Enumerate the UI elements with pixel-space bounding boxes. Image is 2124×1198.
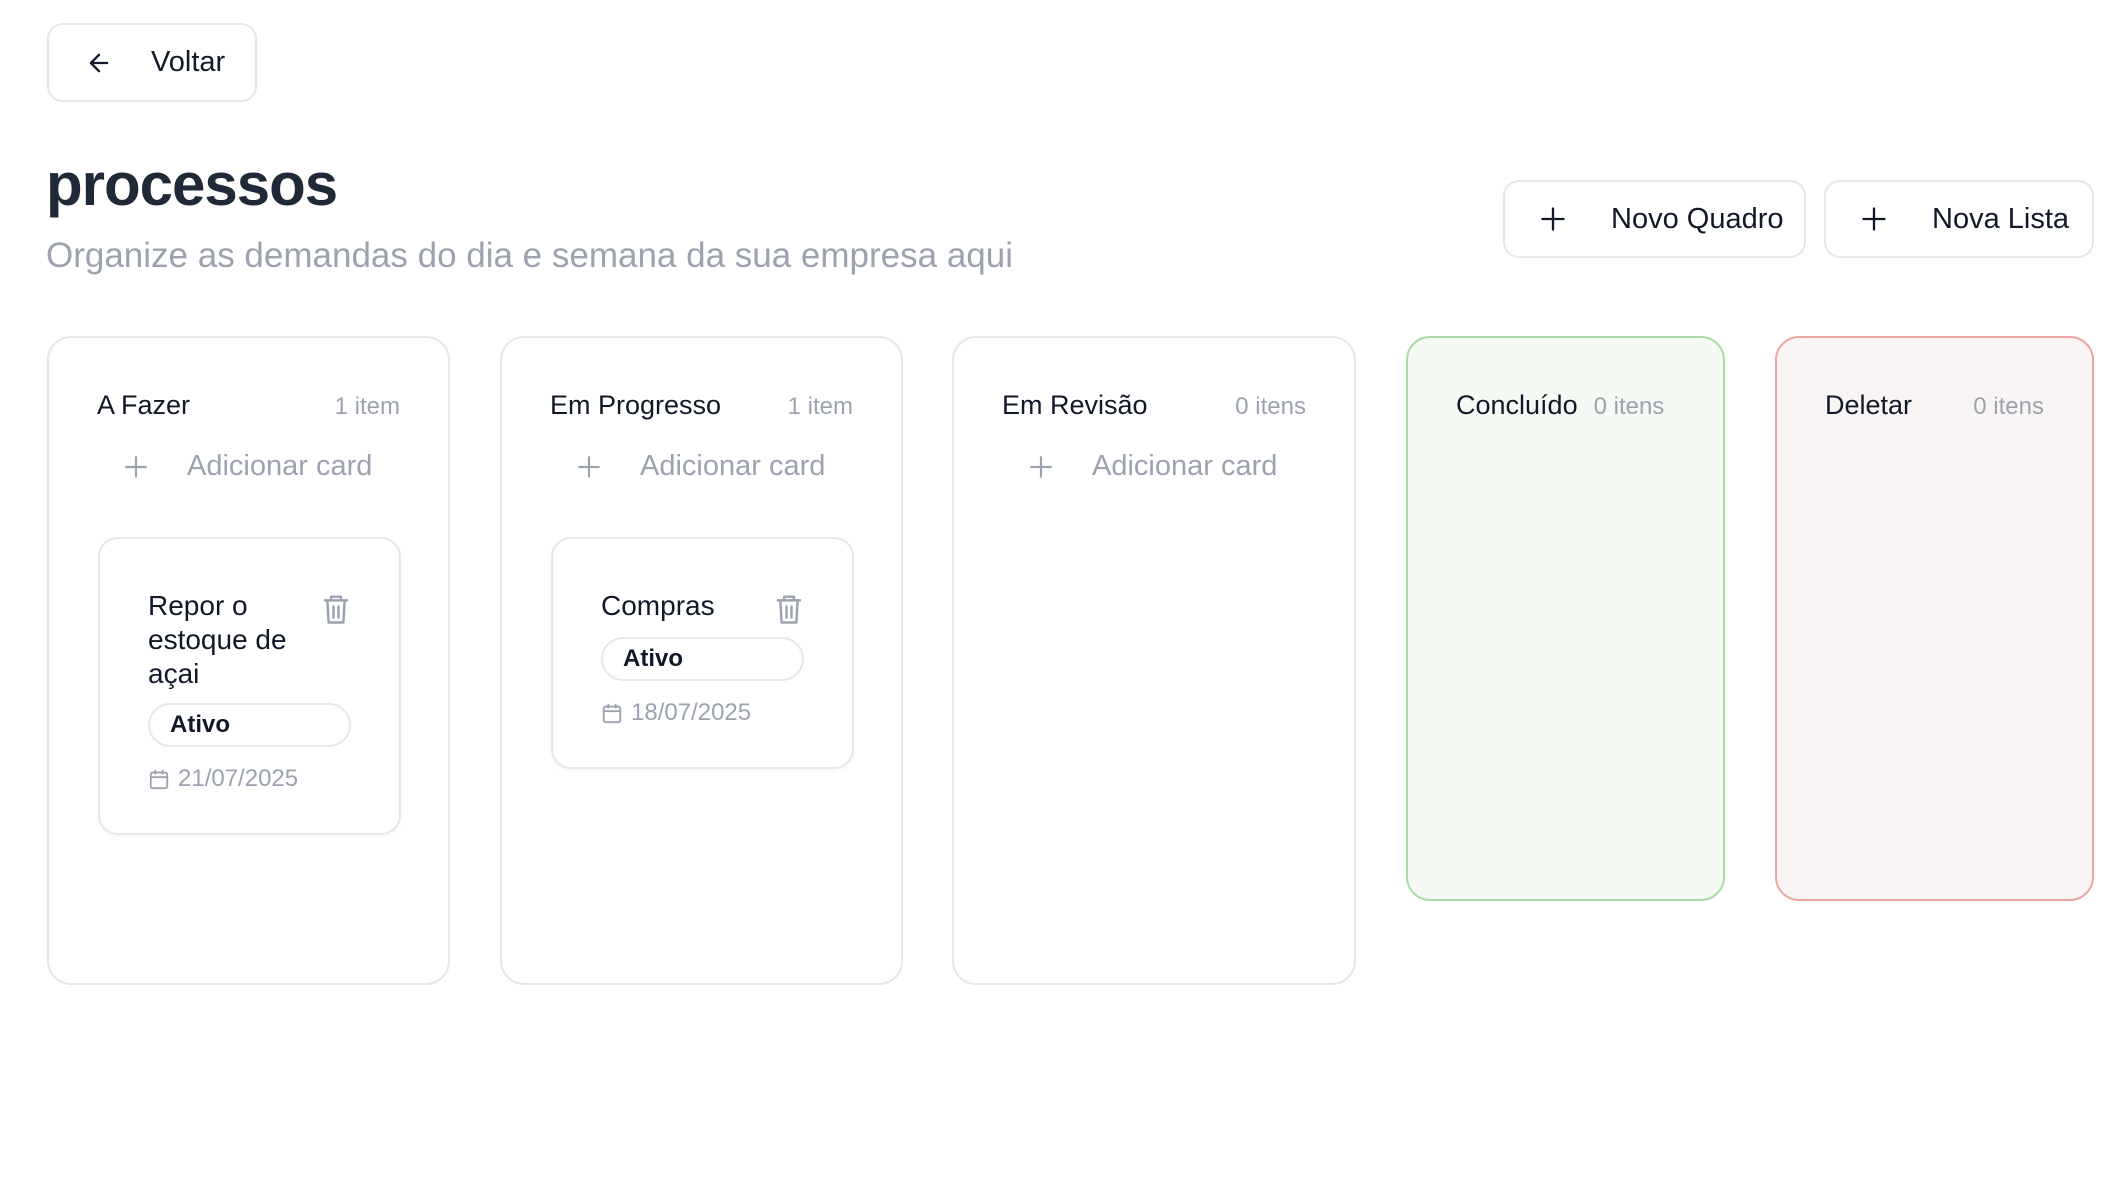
page-subtitle: Organize as demandas do dia e semana da … <box>46 236 1013 275</box>
add-card-button[interactable]: Adicionar card <box>123 450 372 483</box>
column-name: A Fazer <box>97 390 191 420</box>
column-a-fazer: A Fazer 1 item Adicionar card Repor o est… <box>47 336 450 985</box>
card-title: Compras <box>601 590 715 621</box>
task-card[interactable]: Repor o estoque de açai Ativo 21/07/2025 <box>98 537 401 835</box>
new-list-label: Nova Lista <box>1932 202 2070 235</box>
plus-icon <box>125 455 147 478</box>
trash-icon[interactable] <box>321 593 351 625</box>
column-name: Em Revisão <box>1002 390 1148 420</box>
new-list-button[interactable]: Nova Lista <box>1824 180 2094 258</box>
trash-icon[interactable] <box>774 593 804 625</box>
card-title: Repor o estoque de açai <box>148 590 287 689</box>
card-date: 21/07/2025 <box>148 765 351 793</box>
date-text: 21/07/2025 <box>178 765 299 792</box>
card-date: 18/07/2025 <box>601 699 804 727</box>
add-card-label: Adicionar card <box>1092 450 1278 482</box>
plus-icon <box>1862 207 1886 231</box>
arrow-left-icon <box>89 53 109 72</box>
new-board-label: Novo Quadro <box>1611 202 1784 235</box>
column-name: Concluído <box>1456 390 1578 420</box>
column-name: Deletar <box>1825 390 1913 420</box>
back-button[interactable]: Voltar <box>47 23 257 102</box>
column-em-revisao: Em Revisão 0 itens Adicionar card <box>952 336 1356 985</box>
column-concluido: Concluído 0 itens <box>1406 336 1725 901</box>
calendar-icon <box>149 769 169 790</box>
column-deletar: Deletar 0 itens <box>1775 336 2094 901</box>
date-text: 18/07/2025 <box>631 699 752 726</box>
plus-icon <box>1030 455 1052 478</box>
new-board-button[interactable]: Novo Quadro <box>1503 180 1806 258</box>
column-count: 0 itens <box>1973 393 2044 420</box>
column-name: Em Progresso <box>550 390 722 420</box>
add-card-button[interactable]: Adicionar card <box>1028 450 1277 483</box>
add-card-label: Adicionar card <box>187 450 373 482</box>
page-title: processos <box>46 151 338 218</box>
plus-icon <box>1541 207 1565 231</box>
status-badge: Ativo <box>601 637 804 681</box>
column-count: 0 itens <box>1235 393 1306 420</box>
back-label: Voltar <box>151 46 226 78</box>
plus-icon <box>578 455 600 478</box>
column-count: 0 itens <box>1593 393 1665 420</box>
task-card[interactable]: Compras Ativo 18/07/2025 <box>551 537 854 769</box>
calendar-icon <box>602 703 622 724</box>
add-card-button[interactable]: Adicionar card <box>576 450 825 483</box>
status-badge: Ativo <box>148 703 351 747</box>
add-card-label: Adicionar card <box>640 450 826 482</box>
column-count: 1 item <box>787 393 853 420</box>
column-em-progresso: Em Progresso 1 item Adicionar card Compra… <box>500 336 903 985</box>
column-count: 1 item <box>334 393 400 420</box>
